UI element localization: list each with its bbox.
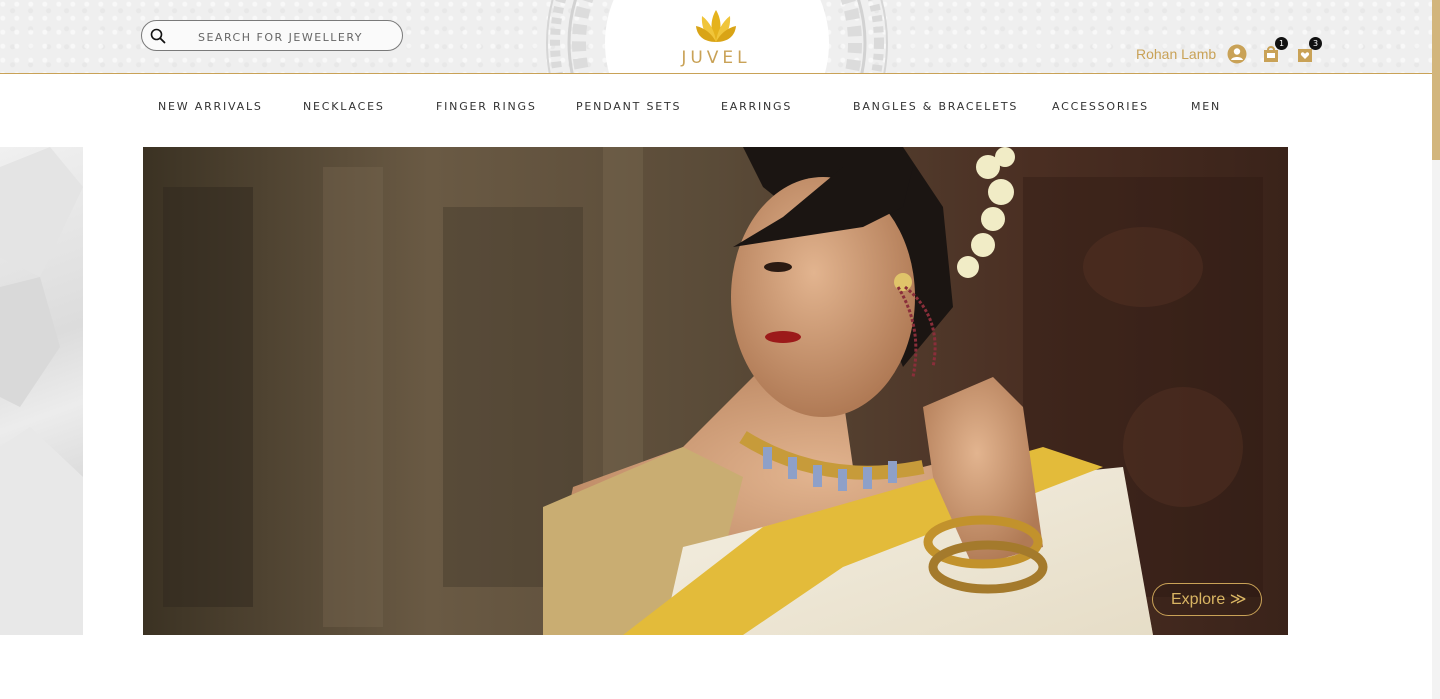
user-account-icon[interactable] (1227, 44, 1247, 64)
cart-count-badge: 1 (1275, 37, 1288, 50)
wishlist-count-badge: 3 (1309, 37, 1322, 50)
user-name-link[interactable]: Rohan Lamb (1136, 46, 1216, 62)
main-category-nav: NEW ARRIVALS NECKLACES FINGER RINGS PEND… (0, 100, 1432, 118)
nav-item-bangles-bracelets[interactable]: BANGLES & BRACELETS (853, 100, 1018, 113)
lotus-logo-icon (696, 10, 736, 42)
nav-item-pendant-sets[interactable]: PENDANT SETS (576, 100, 681, 113)
scrollbar-thumb[interactable] (1432, 0, 1440, 160)
nav-item-men[interactable]: MEN (1191, 100, 1221, 113)
nav-item-necklaces[interactable]: NECKLACES (303, 100, 385, 113)
nav-item-earrings[interactable]: EARRINGS (721, 100, 792, 113)
page-scrollbar[interactable] (1432, 0, 1440, 699)
search-icon[interactable] (150, 28, 166, 44)
model-wearing-jewellery-image (143, 147, 1288, 635)
nav-item-new-arrivals[interactable]: NEW ARRIVALS (158, 100, 263, 113)
nav-item-finger-rings[interactable]: FINGER RINGS (436, 100, 537, 113)
search-box[interactable] (141, 20, 403, 51)
nav-item-accessories[interactable]: ACCESSORIES (1052, 100, 1149, 113)
brand-logo-text[interactable]: JUVEL (680, 48, 752, 68)
search-input[interactable] (196, 27, 390, 47)
site-header: JUVEL Rohan Lamb 1 3 (0, 0, 1432, 74)
previous-slide-preview[interactable] (0, 147, 83, 635)
explore-button[interactable]: Explore ≫ (1152, 583, 1262, 616)
hero-banner[interactable] (143, 147, 1288, 635)
